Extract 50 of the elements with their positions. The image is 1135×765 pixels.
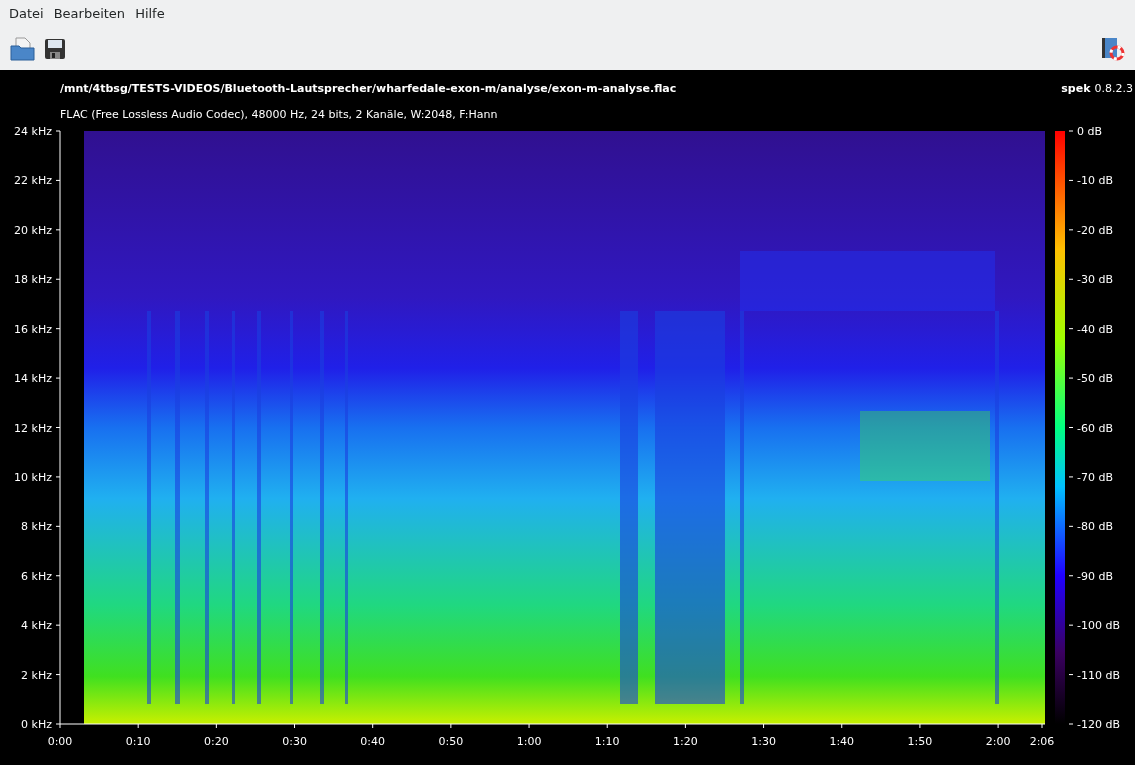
time-label: 0:30 — [282, 735, 307, 748]
level-label: -100 dB — [1077, 619, 1120, 633]
time-label: 1:40 — [829, 735, 855, 748]
level-label: -60 dB — [1077, 421, 1113, 435]
help-lifebuoy-icon[interactable] — [1099, 35, 1127, 63]
frequency-label: 4 kHz — [21, 619, 52, 633]
menu-item[interactable]: Datei — [4, 0, 49, 28]
time-label: 1:00 — [516, 735, 542, 748]
time-label: 1:10 — [594, 735, 620, 748]
frequency-label: 12 kHz — [14, 421, 52, 435]
file-path: /mnt/4tbsg/TESTS-VIDEOS/Bluetooth-Lautsprecher/wharfedale-exon-m/analyse/exon-m-analyse.flac — [60, 82, 677, 95]
time-label: 0:50 — [438, 735, 464, 748]
save-icon[interactable] — [42, 36, 68, 62]
frequency-label: 22 kHz — [14, 174, 52, 188]
level-label: -90 dB — [1077, 569, 1113, 583]
stream-info: FLAC (Free Lossless Audio Codec), 48000 Hz, 24 bits, 2 Kanäle, W:2048, F:Hann — [60, 108, 498, 121]
frequency-label: 2 kHz — [21, 668, 52, 682]
app-version: 0.8.2.3 — [1094, 82, 1133, 95]
level-label: -40 dB — [1077, 322, 1113, 336]
time-label: 0:00 — [47, 735, 73, 748]
time-label: 0:40 — [360, 735, 386, 748]
time-label: 1:20 — [673, 735, 698, 748]
level-label: -20 dB — [1077, 223, 1113, 237]
level-label: -80 dB — [1077, 520, 1113, 534]
frequency-label: 10 kHz — [14, 470, 52, 484]
frequency-label: 0 kHz — [21, 718, 52, 731]
level-label: -70 dB — [1077, 470, 1113, 484]
open-file-icon[interactable] — [8, 35, 38, 63]
level-label: 0 dB — [1077, 125, 1103, 138]
menu-item[interactable]: Bearbeiten — [48, 0, 131, 28]
level-label: -120 dB — [1077, 718, 1120, 731]
frequency-label: 6 kHz — [21, 569, 52, 583]
level-label: -50 dB — [1077, 372, 1113, 386]
time-label: 1:30 — [751, 735, 776, 748]
frequency-label: 16 kHz — [14, 322, 52, 336]
menu-item[interactable]: Hilfe — [130, 0, 170, 28]
frequency-label: 8 kHz — [21, 520, 52, 534]
frequency-label: 18 kHz — [14, 273, 52, 287]
frequency-label: 20 kHz — [14, 223, 52, 237]
time-label: 2:00 — [985, 735, 1011, 748]
frequency-label: 14 kHz — [14, 372, 52, 386]
frequency-label: 24 kHz — [14, 125, 52, 138]
time-label: 0:20 — [204, 735, 229, 748]
level-label: -10 dB — [1077, 174, 1113, 188]
time-label: 1:50 — [907, 735, 933, 748]
app-name: spek — [1061, 82, 1091, 95]
time-label: 2:06 — [1029, 735, 1055, 748]
level-label: -110 dB — [1077, 668, 1120, 682]
level-label: -30 dB — [1077, 273, 1113, 287]
time-label: 0:10 — [125, 735, 151, 748]
